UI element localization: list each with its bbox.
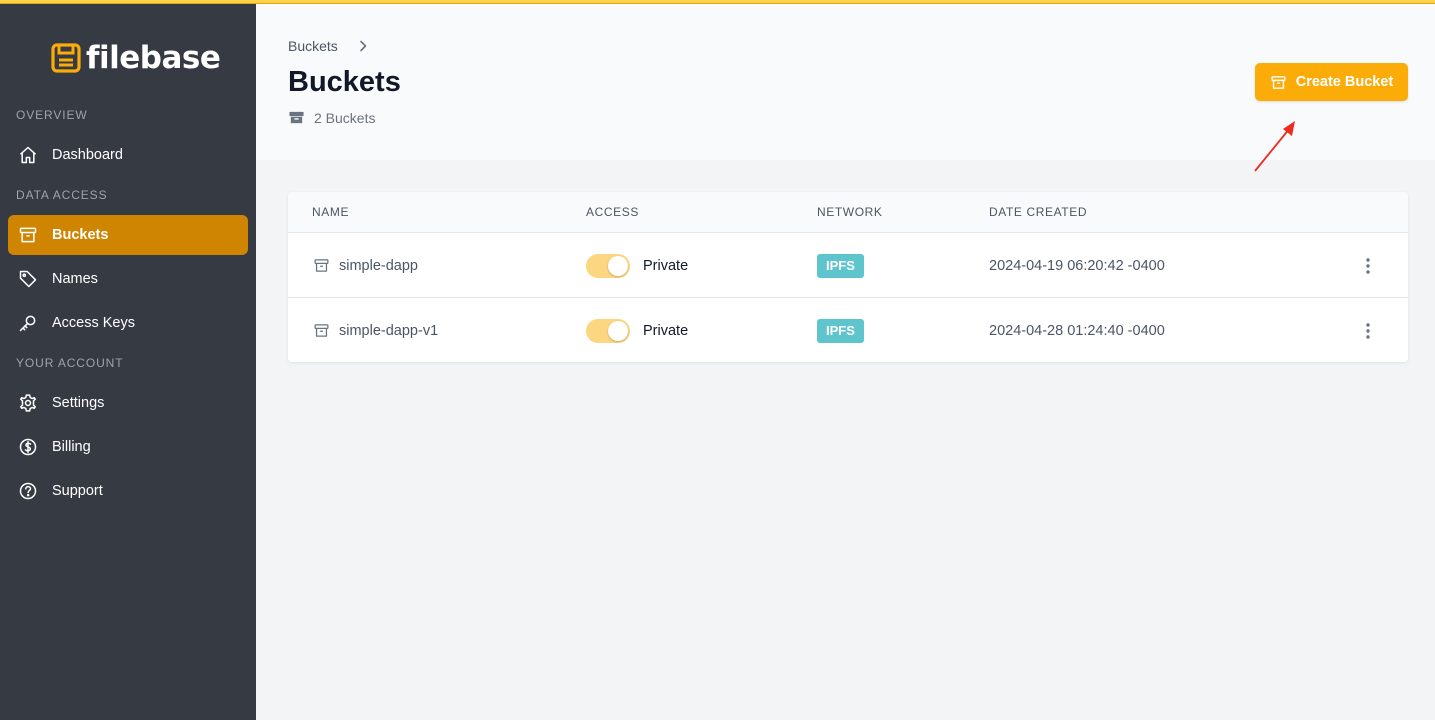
sidebar: filebase OVERVIEW Dashboard DATA ACCESS … <box>0 4 256 720</box>
archive-box-icon <box>289 111 304 124</box>
sidebar-item-names[interactable]: Names <box>8 259 248 299</box>
section-data-access: DATA ACCESS <box>16 188 108 202</box>
sidebar-item-buckets[interactable]: Buckets <box>8 215 248 255</box>
sidebar-item-label: Dashboard <box>52 147 123 163</box>
access-label: Private <box>643 322 689 339</box>
row-actions[interactable] <box>1358 233 1378 298</box>
key-icon <box>19 315 36 332</box>
column-header-network[interactable]: NETWORK <box>817 205 883 219</box>
sidebar-item-support[interactable]: Support <box>8 471 248 511</box>
table-row[interactable]: simple-dapp Private IPFS 2024-04-19 06:2… <box>288 233 1408 298</box>
date-created-cell: 2024-04-28 01:24:40 -0400 <box>989 298 1165 362</box>
sidebar-item-access-keys[interactable]: Access Keys <box>8 303 248 343</box>
breadcrumb-item-buckets[interactable]: Buckets <box>288 38 338 54</box>
sidebar-item-label: Buckets <box>52 227 109 243</box>
sidebar-item-label: Access Keys <box>52 315 135 331</box>
annotation-arrow <box>1254 121 1295 172</box>
bucket-name-cell[interactable]: simple-dapp-v1 <box>313 298 438 362</box>
page-title: Buckets <box>288 66 401 98</box>
network-badge: IPFS <box>817 318 864 343</box>
sidebar-item-label: Support <box>52 483 103 499</box>
date-created: 2024-04-19 06:20:42 -0400 <box>989 257 1165 274</box>
table-header: NAME ACCESS NETWORK DATE CREATED <box>288 192 1408 233</box>
row-actions[interactable] <box>1358 298 1378 362</box>
sidebar-item-label: Billing <box>52 439 91 455</box>
bucket-name[interactable]: simple-dapp-v1 <box>339 323 438 339</box>
bucket-name-cell[interactable]: simple-dapp <box>313 233 418 298</box>
more-vertical-icon[interactable] <box>1358 321 1378 341</box>
toggle-knob <box>608 255 628 276</box>
archive-box-icon <box>314 259 329 272</box>
archive-box-icon <box>19 227 37 243</box>
dollar-circle-icon <box>19 438 37 456</box>
date-created: 2024-04-28 01:24:40 -0400 <box>989 322 1165 339</box>
network-cell: IPFS <box>817 233 864 298</box>
column-header-date-created[interactable]: DATE CREATED <box>989 205 1087 219</box>
question-circle-icon <box>19 482 37 500</box>
section-overview: OVERVIEW <box>16 108 88 122</box>
chevron-right-icon <box>360 40 367 52</box>
network-cell: IPFS <box>817 298 864 362</box>
toggle-knob <box>608 320 628 341</box>
access-cell: Private <box>586 233 688 298</box>
brand-name: filebase <box>86 40 221 76</box>
more-vertical-icon[interactable] <box>1358 256 1378 276</box>
home-icon <box>20 146 36 164</box>
tag-icon <box>19 270 37 288</box>
breadcrumb: Buckets <box>288 38 370 54</box>
table-row[interactable]: simple-dapp-v1 Private IPFS 2024-04-28 0… <box>288 298 1408 362</box>
sidebar-item-billing[interactable]: Billing <box>8 427 248 467</box>
section-your-account: YOUR ACCOUNT <box>16 356 124 370</box>
bucket-count: 2 Buckets <box>288 109 375 126</box>
archive-box-icon <box>1271 75 1286 89</box>
date-created-cell: 2024-04-19 06:20:42 -0400 <box>989 233 1165 298</box>
create-bucket-button[interactable]: Create Bucket <box>1255 63 1408 101</box>
access-cell: Private <box>586 298 688 362</box>
sidebar-item-label: Settings <box>52 395 105 411</box>
access-toggle[interactable] <box>586 318 630 343</box>
create-bucket-label: Create Bucket <box>1295 74 1394 90</box>
access-toggle[interactable] <box>586 253 630 278</box>
sidebar-item-dashboard[interactable]: Dashboard <box>8 135 248 175</box>
column-header-name[interactable]: NAME <box>312 205 349 219</box>
network-badge: IPFS <box>817 253 864 278</box>
buckets-table: NAME ACCESS NETWORK DATE CREATED simple-… <box>288 192 1408 362</box>
sidebar-item-label: Names <box>52 271 98 287</box>
brand-logo[interactable]: filebase <box>50 38 221 78</box>
archive-box-icon <box>314 324 329 337</box>
sidebar-item-settings[interactable]: Settings <box>8 383 248 423</box>
top-accent-bar <box>0 0 1435 4</box>
access-label: Private <box>643 257 689 274</box>
bucket-count-text: 2 Buckets <box>314 109 376 126</box>
gear-icon <box>20 394 36 412</box>
floppy-disk-icon <box>51 43 81 73</box>
bucket-name[interactable]: simple-dapp <box>339 258 418 274</box>
column-header-access[interactable]: ACCESS <box>586 205 639 219</box>
